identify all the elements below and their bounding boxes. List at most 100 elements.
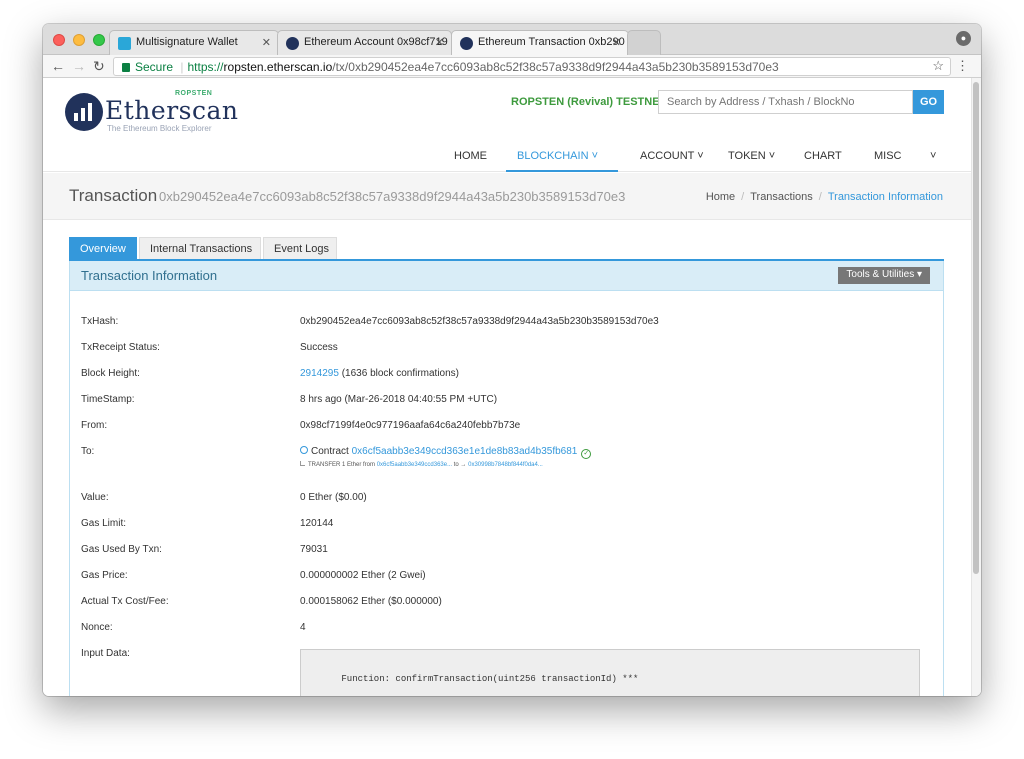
token-transfer-line: TRANSFER 1 Ether from 0x6cf5aabb3e349ccd… [300, 461, 543, 468]
tools-utilities-button[interactable]: Tools & Utilities ▾ [838, 267, 930, 284]
panel-header: Transaction Information Tools & Utilitie… [70, 261, 943, 291]
detail-label: Block Height: [81, 368, 140, 379]
browser-tab-strip: Multisignature Wallet ✕ Ethereum Account… [43, 24, 981, 56]
nav-active-underline [506, 170, 618, 172]
page-title: Transaction [69, 186, 158, 205]
detail-label: Gas Limit: [81, 518, 127, 529]
address-bar[interactable]: Secure | https://ropsten.etherscan.io/tx/… [113, 57, 951, 76]
breadcrumb-home[interactable]: Home [706, 191, 735, 203]
tab-internal-transactions[interactable]: Internal Transactions [139, 237, 261, 260]
etherscan-icon [460, 37, 473, 50]
transfer-to-label: to → [453, 462, 467, 468]
detail-label: TxHash: [81, 316, 119, 327]
nonce-value: 4 [300, 622, 306, 633]
browser-tab-account[interactable]: Ethereum Account 0x98cf719 ✕ [277, 30, 452, 55]
detail-row-cost: Actual Tx Cost/Fee: 0.000158062 Ether ($… [81, 596, 931, 614]
detail-label: Input Data: [81, 648, 130, 659]
profile-icon[interactable]: ● [956, 31, 971, 46]
block-height-link[interactable]: 2914295 [300, 368, 339, 379]
close-window-button[interactable] [53, 34, 65, 46]
nav-misc[interactable]: MISC [874, 150, 902, 162]
bookmark-star-icon[interactable]: ☆ [932, 58, 944, 74]
verified-check-icon: ✓ [581, 449, 592, 459]
to-contract-link[interactable]: 0x6cf5aabb3e349ccd363e1e1de8b83ad4b35fb6… [352, 446, 578, 457]
nav-home[interactable]: HOME [454, 150, 487, 162]
detail-row-to: To: Contract 0x6cf5aabb3e349ccd363e1e1de… [81, 446, 931, 476]
gas-price-value: 0.000000002 Ether (2 Gwei) [300, 570, 426, 581]
browser-window: Multisignature Wallet ✕ Ethereum Account… [43, 24, 981, 696]
main-nav: HOME BLOCKCHAIN ˅ ACCOUNT ˅ TOKEN ˅ CHAR… [438, 150, 958, 172]
detail-row-gas-limit: Gas Limit: 120144 [81, 518, 931, 536]
search-input[interactable] [658, 90, 913, 114]
input-data-text: Function: confirmTransaction(uint256 tra… [341, 674, 639, 684]
logo-tagline: The Ethereum Block Explorer [107, 124, 212, 133]
site-header: ROPSTEN Etherscan The Ethereum Block Exp… [43, 78, 971, 172]
detail-label: TxReceipt Status: [81, 342, 160, 353]
testnet-label: ROPSTEN (Revival) TESTNET [511, 96, 667, 108]
transfer-to-link[interactable]: 0x30998b7848bf844f0da4... [468, 462, 543, 468]
contract-search-icon [300, 446, 308, 454]
browser-tab-title: Ethereum Account 0x98cf719 [304, 36, 448, 48]
nav-account[interactable]: ACCOUNT ˅ [640, 150, 704, 162]
nav-blockchain[interactable]: BLOCKCHAIN ˅ [517, 150, 598, 162]
detail-label: Nonce: [81, 622, 113, 633]
reload-icon[interactable]: ↻ [93, 58, 105, 75]
tab-overview[interactable]: Overview [69, 237, 137, 260]
logo-wordmark: Etherscan [105, 96, 239, 125]
panel-title: Transaction Information [81, 268, 218, 283]
lock-icon [122, 63, 130, 72]
breadcrumb-transactions[interactable]: Transactions [750, 191, 813, 203]
browser-toolbar: ← → ↻ Secure | https://ropsten.etherscan.… [43, 55, 981, 78]
zoom-window-button[interactable] [93, 34, 105, 46]
transaction-panel: Transaction Information Tools & Utilitie… [69, 261, 944, 696]
web-page: ROPSTEN Etherscan The Ethereum Block Exp… [43, 78, 981, 696]
detail-row-nonce: Nonce: 4 [81, 622, 931, 640]
detail-row-block: Block Height: 2914295 (1636 block confir… [81, 368, 931, 386]
page-scrollbar-thumb[interactable] [973, 82, 979, 574]
close-tab-icon[interactable]: ✕ [262, 36, 271, 49]
secure-label: Secure [135, 60, 174, 74]
detail-label: Value: [81, 492, 109, 503]
from-address-link[interactable]: 0x98cf7199f4e0c977196aafa64c6a240febb7b7… [300, 420, 520, 431]
forward-icon[interactable]: → [72, 58, 86, 74]
detail-row-status: TxReceipt Status: Success [81, 342, 931, 360]
gas-limit-value: 120144 [300, 518, 334, 529]
detail-row-gas-used: Gas Used By Txn: 79031 [81, 544, 931, 562]
browser-tab-transaction[interactable]: Ethereum Transaction 0xb290 ✕ [451, 30, 629, 56]
close-tab-icon[interactable]: ✕ [435, 36, 444, 49]
wallet-icon [118, 37, 131, 50]
tab-event-logs[interactable]: Event Logs [263, 237, 337, 260]
back-icon[interactable]: ← [51, 58, 65, 74]
transfer-prefix: TRANSFER 1 Ether from [308, 462, 376, 468]
gas-used-value: 79031 [300, 544, 328, 555]
logo-mark-icon [65, 93, 103, 131]
etherscan-icon [286, 37, 299, 50]
detail-label: To: [81, 446, 95, 457]
minimize-window-button[interactable] [73, 34, 85, 46]
value-amount: 0 Ether ($0.00) [300, 492, 367, 503]
etherscan-logo[interactable]: ROPSTEN Etherscan The Ethereum Block Exp… [65, 90, 245, 134]
detail-row-txhash: TxHash: 0xb290452ea4e7cc6093ab8c52f38c57… [81, 316, 931, 334]
page-title-hash: 0xb290452ea4e7cc6093ab8c52f38c57a9338d9f… [159, 189, 626, 204]
detail-row-value: Value: 0 Ether ($0.00) [81, 492, 931, 510]
nav-chart[interactable]: CHART [804, 150, 842, 162]
detail-row-timestamp: TimeStamp: 8 hrs ago (Mar-26-2018 04:40:… [81, 394, 931, 412]
transfer-from-link[interactable]: 0x6cf5aabb3e349ccd363e... [377, 462, 452, 468]
tx-cost-value: 0.000158062 Ether ($0.000000) [300, 596, 442, 607]
input-data-textarea[interactable]: Function: confirmTransaction(uint256 tra… [300, 649, 920, 696]
timestamp-value: 8 hrs ago (Mar-26-2018 04:40:55 PM +UTC) [300, 394, 498, 405]
detail-label: Gas Price: [81, 570, 128, 581]
title-bar: Transaction 0xb290452ea4e7cc6093ab8c52f3… [43, 173, 971, 220]
detail-row-gas-price: Gas Price: 0.000000002 Ether (2 Gwei) [81, 570, 931, 588]
new-tab-button[interactable] [627, 30, 661, 55]
browser-menu-icon[interactable]: ⋮ [956, 58, 969, 74]
breadcrumb: Home / Transactions / Transaction Informatio… [705, 191, 943, 203]
close-tab-icon[interactable]: ✕ [612, 36, 621, 49]
nav-token[interactable]: TOKEN ˅ [728, 150, 775, 162]
nav-more-chevron-icon[interactable]: ˅ [930, 150, 936, 162]
block-confirmations: (1636 block confirmations) [341, 368, 459, 379]
search-go-button[interactable]: GO [913, 90, 944, 114]
breadcrumb-current: Transaction Information [827, 191, 943, 203]
browser-tab-wallet[interactable]: Multisignature Wallet ✕ [109, 30, 279, 55]
browser-tab-title: Multisignature Wallet [136, 36, 238, 48]
